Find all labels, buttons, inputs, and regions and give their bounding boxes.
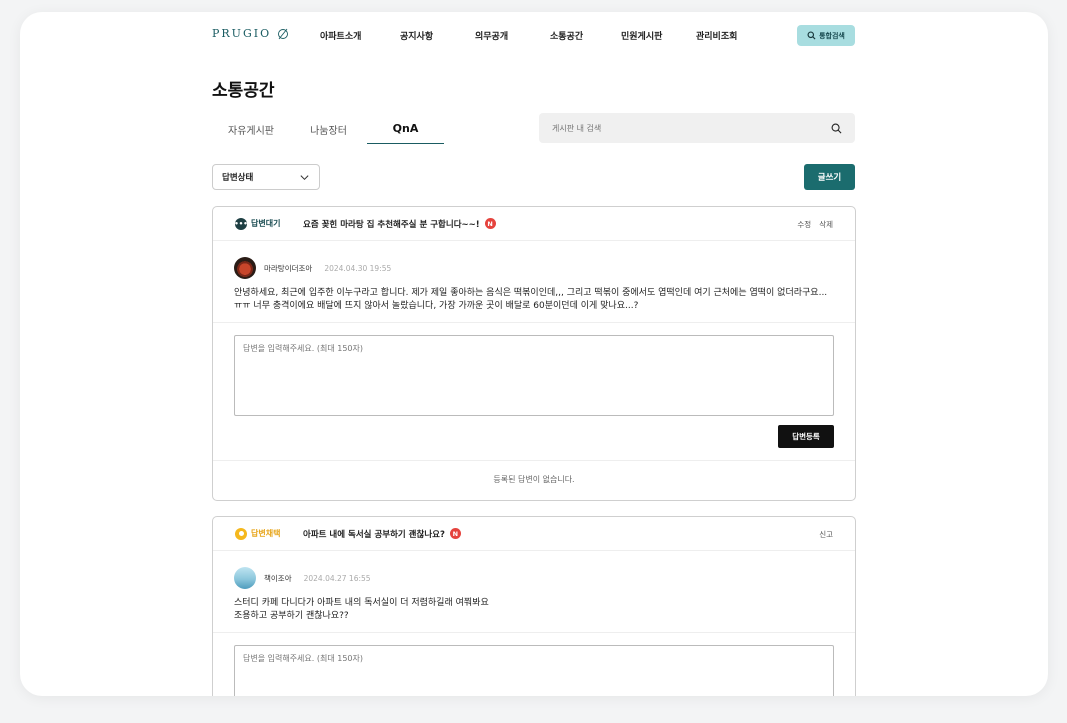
chat-bubble-icon: •••	[234, 217, 248, 230]
page-title: 소통공간	[212, 81, 275, 101]
post-actions: 신고	[819, 529, 833, 540]
post-title-text: 아파트 내에 독서실 공부하기 괜찮나요?	[303, 529, 445, 540]
avatar	[234, 567, 256, 589]
tab-sharing-market[interactable]: 나눔장터	[290, 115, 367, 144]
post-actions: 수정 삭제	[797, 219, 833, 230]
answer-input-box	[234, 335, 834, 416]
nav-item-community[interactable]: 소통공간	[550, 29, 621, 42]
global-search-label: 통합검색	[819, 31, 845, 40]
post-date: 2024.04.27 16:55	[303, 573, 371, 583]
post-author: 마라탕이더조아 2024.04.30 19:55	[213, 241, 855, 281]
site-header: PRUGIO 아파트소개 공지사항 의무공개 소통공간 민원게시판 관리비조회 …	[212, 12, 856, 58]
answer-textarea[interactable]	[243, 653, 825, 696]
qna-post-card: 답변채택 아파트 내에 독서실 공부하기 괜찮나요? N 신고 책이조아 202…	[212, 516, 856, 696]
leaf-icon	[278, 28, 289, 39]
post-title[interactable]: 요즘 꽂힌 마라탕 집 추천해주실 분 구합니다~~! N	[303, 218, 496, 230]
answer-input-box	[234, 645, 834, 696]
post-content-line: 조용하고 공부하기 괜찮나요??	[234, 610, 349, 621]
write-button[interactable]: 글쓰기	[804, 164, 855, 190]
empty-answers-text: 등록된 답변이 없습니다.	[493, 475, 575, 484]
page-container: PRUGIO 아파트소개 공지사항 의무공개 소통공간 민원게시판 관리비조회 …	[212, 12, 856, 696]
avatar	[234, 257, 256, 279]
status-label: 답변대기	[251, 219, 281, 228]
global-search-button[interactable]: 통합검색	[797, 25, 855, 46]
report-link[interactable]: 신고	[819, 529, 833, 540]
post-title[interactable]: 아파트 내에 독서실 공부하기 괜찮나요? N	[303, 528, 461, 540]
board-tabs: 자유게시판 나눔장터 QnA	[212, 115, 444, 144]
qna-post-card: ••• 답변대기 요즘 꽂힌 마라탕 집 추천해주실 분 구합니다~~! N 수…	[212, 206, 856, 501]
answer-status-dropdown[interactable]: 답변상태	[212, 164, 320, 190]
chevron-down-icon	[300, 174, 309, 180]
main-nav: 아파트소개 공지사항 의무공개 소통공간 민원게시판 관리비조회	[320, 29, 766, 42]
new-badge: N	[449, 528, 461, 539]
post-content: 안녕하세요, 최근에 입주한 이누구라고 합니다. 제가 제일 좋아하는 음식은…	[213, 281, 855, 323]
logo-text: PRUGIO	[212, 27, 272, 40]
nav-item-notice[interactable]: 공지사항	[400, 29, 475, 42]
post-date: 2024.04.30 19:55	[324, 263, 392, 273]
post-content-line: 스터디 카페 다니다가 아파트 내의 독서실이 더 저렴하길래 여쭤봐요	[234, 598, 489, 608]
status-badge: 답변채택	[235, 527, 303, 540]
new-badge: N	[484, 218, 496, 229]
nav-item-complaints[interactable]: 민원게시판	[621, 29, 696, 42]
tab-qna[interactable]: QnA	[367, 115, 444, 144]
status-badge: ••• 답변대기	[234, 217, 303, 230]
board-search-box	[539, 113, 855, 143]
post-header: 답변채택 아파트 내에 독서실 공부하기 괜찮나요? N 신고	[213, 517, 855, 551]
app-window: PRUGIO 아파트소개 공지사항 의무공개 소통공간 민원게시판 관리비조회 …	[20, 12, 1048, 696]
delete-link[interactable]: 삭제	[819, 219, 833, 230]
edit-link[interactable]: 수정	[797, 219, 811, 230]
post-title-text: 요즘 꽂힌 마라탕 집 추천해주실 분 구합니다~~!	[303, 219, 480, 230]
answer-textarea[interactable]	[243, 343, 825, 408]
post-author: 책이조아 2024.04.27 16:55	[213, 551, 855, 591]
search-icon	[807, 31, 816, 40]
author-nickname: 책이조아	[264, 573, 292, 583]
nav-item-disclosure[interactable]: 의무공개	[475, 29, 550, 42]
dropdown-label: 답변상태	[222, 173, 254, 183]
logo[interactable]: PRUGIO	[212, 27, 289, 40]
selected-circle-icon	[235, 527, 247, 540]
board-search-input[interactable]	[552, 123, 831, 133]
nav-item-fees[interactable]: 관리비조회	[696, 29, 766, 42]
submit-answer-button[interactable]: 답변등록	[778, 425, 834, 448]
post-header: ••• 답변대기 요즘 꽂힌 마라탕 집 추천해주실 분 구합니다~~! N 수…	[213, 207, 855, 241]
tab-free-board[interactable]: 자유게시판	[212, 115, 290, 144]
post-content: 스터디 카페 다니다가 아파트 내의 독서실이 더 저렴하길래 여쭤봐요 조용하…	[213, 591, 855, 633]
status-label: 답변채택	[251, 529, 281, 538]
nav-item-apartment[interactable]: 아파트소개	[320, 29, 400, 42]
submit-row: 답변등록	[213, 416, 855, 461]
author-nickname: 마라탕이더조아	[264, 263, 313, 273]
search-icon[interactable]	[831, 123, 842, 134]
